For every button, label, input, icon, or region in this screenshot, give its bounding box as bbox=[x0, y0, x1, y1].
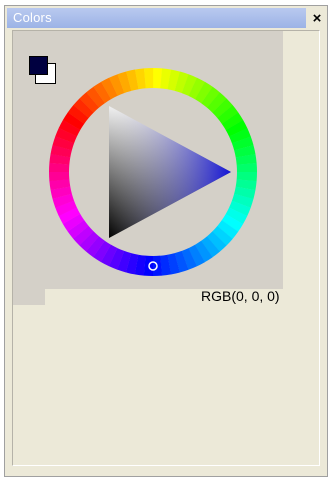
panel-title: Colors bbox=[13, 10, 52, 25]
color-wheel[interactable] bbox=[45, 64, 261, 280]
picker-area-tab bbox=[13, 289, 45, 305]
colors-panel: Colors × RGB(0, 0, 0) bbox=[4, 5, 328, 477]
rgb-readout: RGB(0, 0, 0) bbox=[201, 288, 280, 304]
title-bar[interactable]: Colors bbox=[7, 8, 306, 28]
close-button[interactable]: × bbox=[308, 8, 326, 28]
